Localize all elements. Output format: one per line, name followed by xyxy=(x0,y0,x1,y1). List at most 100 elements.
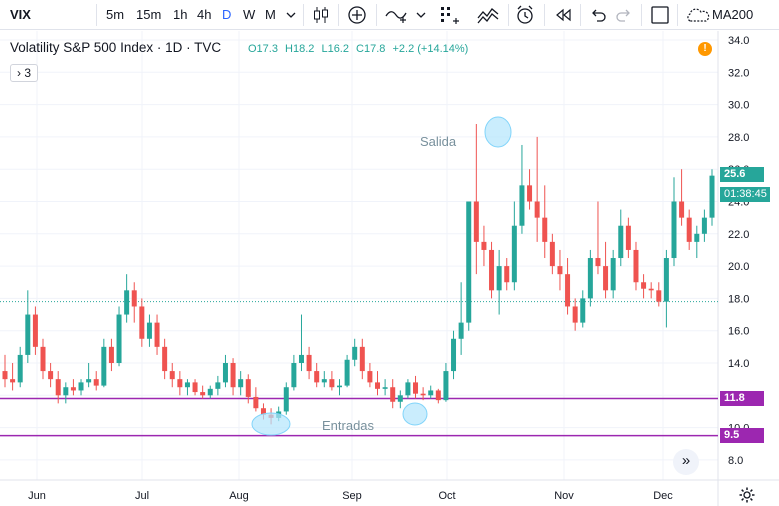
candle-body xyxy=(169,371,175,380)
candle-body xyxy=(466,201,472,323)
candle-body xyxy=(131,290,137,307)
alert-icon[interactable] xyxy=(514,4,536,26)
redo-icon[interactable] xyxy=(614,4,634,26)
candle-body xyxy=(701,217,707,234)
toolbar-divider xyxy=(580,4,581,26)
undo-icon[interactable] xyxy=(588,4,608,26)
exit-annotation: Salida xyxy=(420,134,457,149)
candle-body xyxy=(504,266,510,283)
candle-body xyxy=(375,382,381,389)
candle-body xyxy=(101,346,107,386)
toolbar-divider xyxy=(508,4,509,26)
candle-body xyxy=(428,390,434,396)
legend-title: Volatility S&P 500 Index · 1D · TVC xyxy=(10,40,222,55)
price-tick-label: 28.0 xyxy=(728,132,749,144)
candle-body xyxy=(124,290,130,315)
toolbar-divider xyxy=(303,4,304,26)
interval-w[interactable]: W xyxy=(243,5,255,25)
interval-m[interactable]: M xyxy=(265,5,276,25)
indicators-collapse-button[interactable]: › 3 xyxy=(10,64,38,82)
candle-body xyxy=(671,201,677,259)
toolbar-divider xyxy=(544,4,545,26)
candle-body xyxy=(17,354,23,383)
candle-body xyxy=(694,233,700,242)
interval-5m[interactable]: 5m xyxy=(106,5,124,25)
time-tick-label: Oct xyxy=(438,490,455,502)
candle-body xyxy=(10,379,16,383)
symbol-legend: Volatility S&P 500 Index · 1D · TVC xyxy=(10,40,221,58)
candle-body xyxy=(511,225,517,283)
time-tick-label: Jul xyxy=(135,490,149,502)
last-price-label: 25.6 xyxy=(720,167,764,182)
cloud-icon[interactable] xyxy=(684,4,712,26)
candle-body xyxy=(32,314,38,347)
candles-icon[interactable] xyxy=(311,4,331,26)
candle-body xyxy=(55,379,61,396)
candle-body xyxy=(633,249,639,283)
chevron-down-icon[interactable] xyxy=(284,4,298,26)
price-tick-label: 16.0 xyxy=(728,326,749,338)
scroll-to-realtime-button[interactable]: » xyxy=(673,449,699,475)
candle-body xyxy=(352,346,358,360)
candle-body xyxy=(116,314,122,363)
candle-body xyxy=(595,258,601,267)
candle-body xyxy=(435,390,441,401)
candle-body xyxy=(314,371,320,383)
candle-body xyxy=(200,392,206,396)
candle-body xyxy=(192,382,198,393)
candle-body xyxy=(298,354,304,363)
candle-body xyxy=(177,379,183,388)
symbol-search[interactable]: VIX xyxy=(10,5,31,25)
indicator-label[interactable]: MA200 xyxy=(712,5,753,25)
interval-1h[interactable]: 1h xyxy=(173,5,187,25)
candle-body xyxy=(215,382,221,389)
price-tick-label: 34.0 xyxy=(728,35,749,47)
fullscreen-icon[interactable] xyxy=(649,4,671,26)
price-chart[interactable]: 34.032.030.028.026.024.022.020.018.016.0… xyxy=(0,31,779,506)
candle-body xyxy=(663,258,669,302)
chevron-down-icon[interactable] xyxy=(414,4,428,26)
price-tick-label: 14.0 xyxy=(728,358,749,370)
candle-body xyxy=(587,258,593,299)
time-tick-label: Aug xyxy=(229,490,249,502)
price-tick-label: 8.0 xyxy=(728,455,743,467)
templates-icon[interactable] xyxy=(438,4,462,26)
candle-body xyxy=(291,363,297,388)
candle-body xyxy=(48,371,54,380)
toolbar-divider xyxy=(641,4,642,26)
time-tick-label: Dec xyxy=(653,490,673,502)
price-tick-label: 20.0 xyxy=(728,261,749,273)
candle-body xyxy=(184,382,190,388)
horizontal-line-label-upper: 11.8 xyxy=(720,391,764,406)
candle-body xyxy=(146,322,152,339)
price-tick-label: 18.0 xyxy=(728,293,749,305)
candle-body xyxy=(519,185,525,226)
interval-4h[interactable]: 4h xyxy=(197,5,211,25)
candle-body xyxy=(283,387,289,412)
candle-body xyxy=(679,201,685,218)
candle-body xyxy=(344,359,350,386)
replay-icon[interactable] xyxy=(553,4,573,26)
indicators-icon[interactable] xyxy=(476,4,502,26)
candle-body xyxy=(108,346,114,363)
candle-body xyxy=(382,387,388,389)
interval-d[interactable]: D xyxy=(222,5,231,25)
candle-body xyxy=(321,379,327,383)
candle-body xyxy=(709,175,715,218)
candle-body xyxy=(230,363,236,388)
candle-body xyxy=(40,346,46,372)
horizontal-line-label-lower: 9.5 xyxy=(720,428,764,443)
candle-body xyxy=(238,379,244,388)
candle-body xyxy=(413,382,419,394)
candle-body xyxy=(610,258,616,291)
settings-gear-icon[interactable] xyxy=(738,486,756,504)
warning-icon[interactable]: ! xyxy=(698,42,712,56)
candle-body xyxy=(489,249,495,291)
candle-body xyxy=(245,379,251,397)
interval-15m[interactable]: 15m xyxy=(136,5,161,25)
candle-body xyxy=(557,266,563,275)
line-tool-icon[interactable] xyxy=(384,4,408,26)
candle-body xyxy=(390,387,396,402)
candle-body xyxy=(481,241,487,250)
add-compare-icon[interactable] xyxy=(346,4,368,26)
